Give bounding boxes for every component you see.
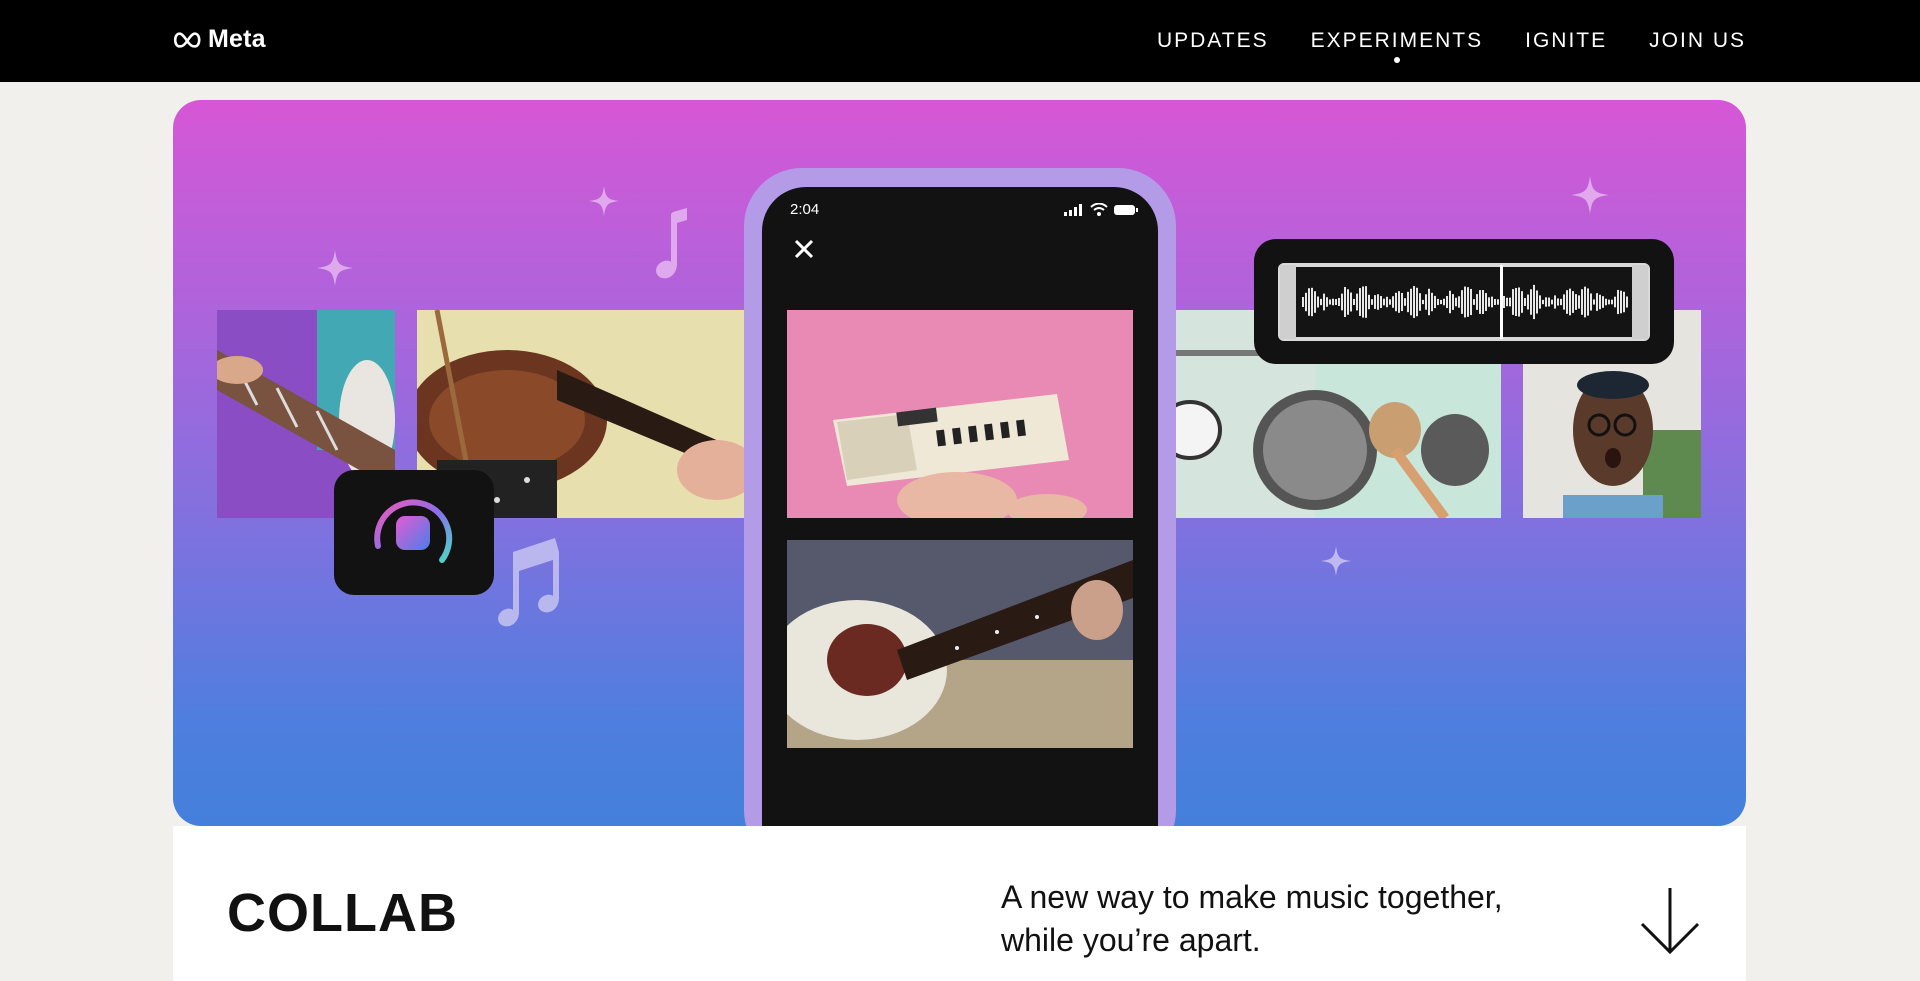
nav-ignite[interactable]: IGNITE xyxy=(1525,29,1607,53)
audio-waveform-icon xyxy=(1278,263,1650,341)
music-note-icon xyxy=(656,208,687,279)
main-nav: UPDATES EXPERIMENTS IGNITE JOIN US xyxy=(1157,0,1746,82)
keyboard-video-tile xyxy=(787,310,1133,518)
record-button-card[interactable] xyxy=(334,470,494,595)
signal-icon xyxy=(1064,203,1082,216)
page-title: COLLAB xyxy=(227,883,458,943)
logo-text: Meta xyxy=(208,25,266,53)
music-notes-icon xyxy=(498,538,559,627)
nav-updates[interactable]: UPDATES xyxy=(1157,29,1269,53)
audio-waveform-card xyxy=(1254,239,1674,364)
sparkle-icon xyxy=(589,186,619,216)
tagline-line-1: A new way to make music together, xyxy=(1001,879,1503,915)
status-bar-time: 2:04 xyxy=(790,201,820,218)
content-panel: COLLAB A new way to make music together,… xyxy=(173,826,1746,981)
phone-screen: 2:04 xyxy=(762,187,1158,826)
sparkle-icon xyxy=(1321,546,1351,576)
status-bar-icons xyxy=(1064,203,1138,216)
nav-experiments[interactable]: EXPERIMENTS xyxy=(1311,29,1484,63)
close-icon[interactable] xyxy=(792,237,816,261)
tagline: A new way to make music together, while … xyxy=(1001,876,1561,962)
tagline-line-2: while you’re apart. xyxy=(1001,922,1261,958)
meta-infinity-icon xyxy=(173,31,201,48)
sparkle-icon xyxy=(1571,176,1609,214)
nav-join-us[interactable]: JOIN US xyxy=(1649,29,1746,53)
record-button-icon xyxy=(374,499,453,563)
meta-logo[interactable]: Meta xyxy=(172,25,266,54)
top-navigation-bar: Meta UPDATES EXPERIMENTS IGNITE JOIN US xyxy=(0,0,1920,82)
wifi-icon xyxy=(1090,203,1108,216)
hero-banner: 2:04 xyxy=(173,100,1746,826)
sparkle-icon xyxy=(317,250,353,286)
arrow-down-icon[interactable] xyxy=(1638,888,1702,956)
bass-guitar-video-tile xyxy=(787,540,1133,748)
battery-icon xyxy=(1114,204,1138,215)
